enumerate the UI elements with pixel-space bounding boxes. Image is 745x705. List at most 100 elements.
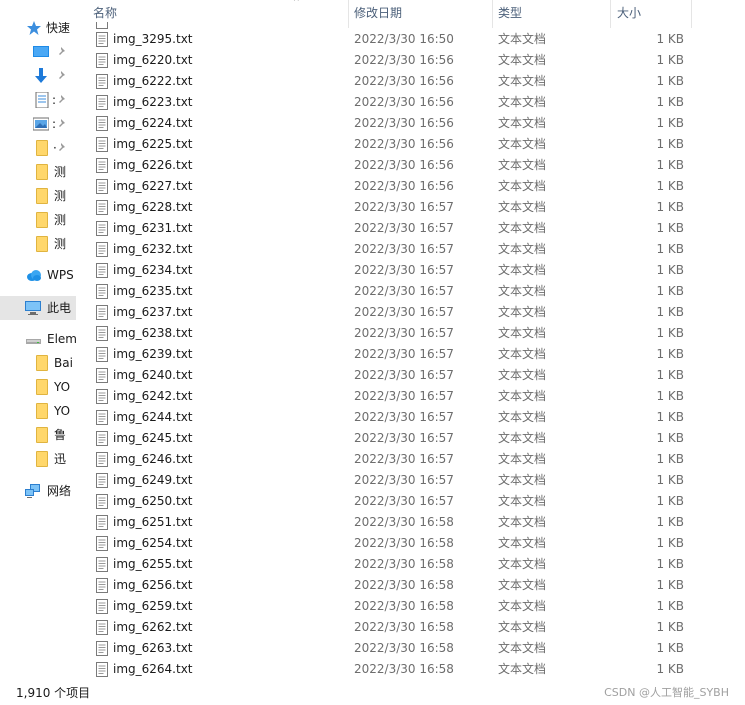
sidebar-item-pictures[interactable]: : xyxy=(0,112,76,136)
file-row[interactable]: img_6264.txt 2022/3/30 16:58 文本文档 1 KB xyxy=(80,659,700,680)
file-size: 1 KB xyxy=(656,452,684,466)
file-size: 1 KB xyxy=(656,221,684,235)
file-row[interactable]: img_6256.txt 2022/3/30 16:58 文本文档 1 KB xyxy=(80,575,700,596)
file-row[interactable]: img_6222.txt 2022/3/30 16:56 文本文档 1 KB xyxy=(80,71,700,92)
column-divider[interactable] xyxy=(691,0,692,28)
folder-icon xyxy=(36,451,48,467)
file-row[interactable]: img_6259.txt 2022/3/30 16:58 文本文档 1 KB xyxy=(80,596,700,617)
file-row[interactable]: img_6224.txt 2022/3/30 16:56 文本文档 1 KB xyxy=(80,113,700,134)
file-row[interactable]: img_6250.txt 2022/3/30 16:57 文本文档 1 KB xyxy=(80,491,700,512)
file-row[interactable]: img_6231.txt 2022/3/30 16:57 文本文档 1 KB xyxy=(80,218,700,239)
file-name: img_6223.txt xyxy=(113,95,193,109)
file-type: 文本文档 xyxy=(498,200,547,214)
column-header-type[interactable]: 类型 xyxy=(492,0,610,28)
desktop-icon xyxy=(33,46,49,57)
text-file-icon xyxy=(96,515,108,530)
file-row[interactable]: img_6255.txt 2022/3/30 16:58 文本文档 1 KB xyxy=(80,554,700,575)
file-size: 1 KB xyxy=(656,305,684,319)
file-name: img_6228.txt xyxy=(113,200,193,214)
file-row[interactable]: img_6227.txt 2022/3/30 16:56 文本文档 1 KB xyxy=(80,176,700,197)
file-list: img_3295.txt 2022/3/30 16:50 文本文档 1 KB img_6… xyxy=(80,29,745,684)
sidebar-item-folder-xun[interactable]: 迅 xyxy=(0,447,76,471)
column-header-date[interactable]: 修改日期 xyxy=(348,0,492,28)
file-size: 1 KB xyxy=(656,641,684,655)
file-name: img_6263.txt xyxy=(113,641,193,655)
sidebar-item-folder-1[interactable]: · xyxy=(0,136,76,160)
file-name: img_6245.txt xyxy=(113,431,193,445)
file-row[interactable]: img_6246.txt 2022/3/30 16:57 文本文档 1 KB xyxy=(80,449,700,470)
sidebar-item-downloads[interactable] xyxy=(0,64,76,88)
file-date-modified: 2022/3/30 16:58 xyxy=(354,536,454,550)
file-name: img_6237.txt xyxy=(113,305,193,319)
sidebar-item-quick-access[interactable]: 快速 xyxy=(0,16,76,40)
sidebar-item-label: 快速 xyxy=(46,21,71,35)
sidebar-item-wps-cloud[interactable]: WPS xyxy=(0,263,76,287)
text-file-icon xyxy=(96,578,108,593)
pictures-icon xyxy=(33,117,49,131)
sidebar-item-folder-3[interactable]: 测 xyxy=(0,184,76,208)
file-row[interactable]: img_6242.txt 2022/3/30 16:57 文本文档 1 KB xyxy=(80,386,700,407)
file-date-modified: 2022/3/30 16:57 xyxy=(354,452,454,466)
sidebar-item-network[interactable]: 网络 xyxy=(0,479,76,503)
sidebar-item-folder-bai[interactable]: Bai xyxy=(0,351,76,375)
file-size: 1 KB xyxy=(656,473,684,487)
file-row[interactable]: img_6223.txt 2022/3/30 16:56 文本文档 1 KB xyxy=(80,92,700,113)
file-row[interactable]: img_3295.txt 2022/3/30 16:50 文本文档 1 KB xyxy=(80,29,700,50)
sidebar-item-folder-yo1[interactable]: YO xyxy=(0,375,76,399)
file-size: 1 KB xyxy=(656,116,684,130)
file-type: 文本文档 xyxy=(498,620,547,634)
file-row[interactable]: img_6232.txt 2022/3/30 16:57 文本文档 1 KB xyxy=(80,239,700,260)
text-file-icon xyxy=(96,32,108,47)
column-header-size[interactable]: 大小 xyxy=(611,0,691,28)
text-file-icon xyxy=(96,53,108,68)
sidebar-item-this-pc[interactable]: 此电 xyxy=(0,296,76,320)
sidebar-item-desktop[interactable] xyxy=(0,40,76,64)
file-row[interactable]: img_6225.txt 2022/3/30 16:56 文本文档 1 KB xyxy=(80,134,700,155)
sidebar-item-folder-5[interactable]: 测 xyxy=(0,232,76,256)
file-size: 1 KB xyxy=(656,32,684,46)
computer-icon xyxy=(25,301,41,315)
file-row[interactable]: img_6238.txt 2022/3/30 16:57 文本文档 1 KB xyxy=(80,323,700,344)
sidebar-item-documents[interactable]: : xyxy=(0,88,76,112)
file-row[interactable]: img_6235.txt 2022/3/30 16:57 文本文档 1 KB xyxy=(80,281,700,302)
file-name: img_6259.txt xyxy=(113,599,193,613)
file-row[interactable]: img_6244.txt 2022/3/30 16:57 文本文档 1 KB xyxy=(80,407,700,428)
file-row[interactable]: img_6228.txt 2022/3/30 16:57 文本文档 1 KB xyxy=(80,197,700,218)
sidebar-item-folder-lu[interactable]: 鲁 xyxy=(0,423,76,447)
file-date-modified: 2022/3/30 16:56 xyxy=(354,74,454,88)
text-file-icon xyxy=(96,473,108,488)
file-row[interactable]: img_6262.txt 2022/3/30 16:58 文本文档 1 KB xyxy=(80,617,700,638)
file-size: 1 KB xyxy=(656,494,684,508)
file-date-modified: 2022/3/30 16:57 xyxy=(354,200,454,214)
file-row[interactable]: img_6251.txt 2022/3/30 16:58 文本文档 1 KB xyxy=(80,512,700,533)
sidebar-item-folder-yo2[interactable]: YO xyxy=(0,399,76,423)
file-row[interactable]: img_6245.txt 2022/3/30 16:57 文本文档 1 KB xyxy=(80,428,700,449)
file-row[interactable]: img_6240.txt 2022/3/30 16:57 文本文档 1 KB xyxy=(80,365,700,386)
sidebar-item-folder-4[interactable]: 测 xyxy=(0,208,76,232)
file-name: img_6264.txt xyxy=(113,662,193,676)
file-size: 1 KB xyxy=(656,263,684,277)
text-file-icon xyxy=(96,263,108,278)
file-type: 文本文档 xyxy=(498,368,547,382)
file-row[interactable]: img_6254.txt 2022/3/30 16:58 文本文档 1 KB xyxy=(80,533,700,554)
file-row[interactable]: img_6234.txt 2022/3/30 16:57 文本文档 1 KB xyxy=(80,260,700,281)
file-row[interactable]: img_6239.txt 2022/3/30 16:57 文本文档 1 KB xyxy=(80,344,700,365)
file-row[interactable]: img_6249.txt 2022/3/30 16:57 文本文档 1 KB xyxy=(80,470,700,491)
file-date-modified: 2022/3/30 16:56 xyxy=(354,137,454,151)
file-name: img_6234.txt xyxy=(113,263,193,277)
pin-icon xyxy=(59,47,65,55)
file-row[interactable]: img_6237.txt 2022/3/30 16:57 文本文档 1 KB xyxy=(80,302,700,323)
file-date-modified: 2022/3/30 16:57 xyxy=(354,305,454,319)
sidebar-item-folder-2[interactable]: 测 xyxy=(0,160,76,184)
sidebar-item-drive[interactable]: Elem xyxy=(0,327,76,351)
file-row[interactable]: img_6220.txt 2022/3/30 16:56 文本文档 1 KB xyxy=(80,50,700,71)
file-row[interactable]: img_6226.txt 2022/3/30 16:56 文本文档 1 KB xyxy=(80,155,700,176)
file-type: 文本文档 xyxy=(498,263,547,277)
file-name: img_6224.txt xyxy=(113,116,193,130)
text-file-icon xyxy=(96,305,108,320)
pin-icon xyxy=(59,119,65,127)
file-type: 文本文档 xyxy=(498,284,547,298)
file-size: 1 KB xyxy=(656,74,684,88)
file-row[interactable]: img_6263.txt 2022/3/30 16:58 文本文档 1 KB xyxy=(80,638,700,659)
file-name: img_6249.txt xyxy=(113,473,193,487)
